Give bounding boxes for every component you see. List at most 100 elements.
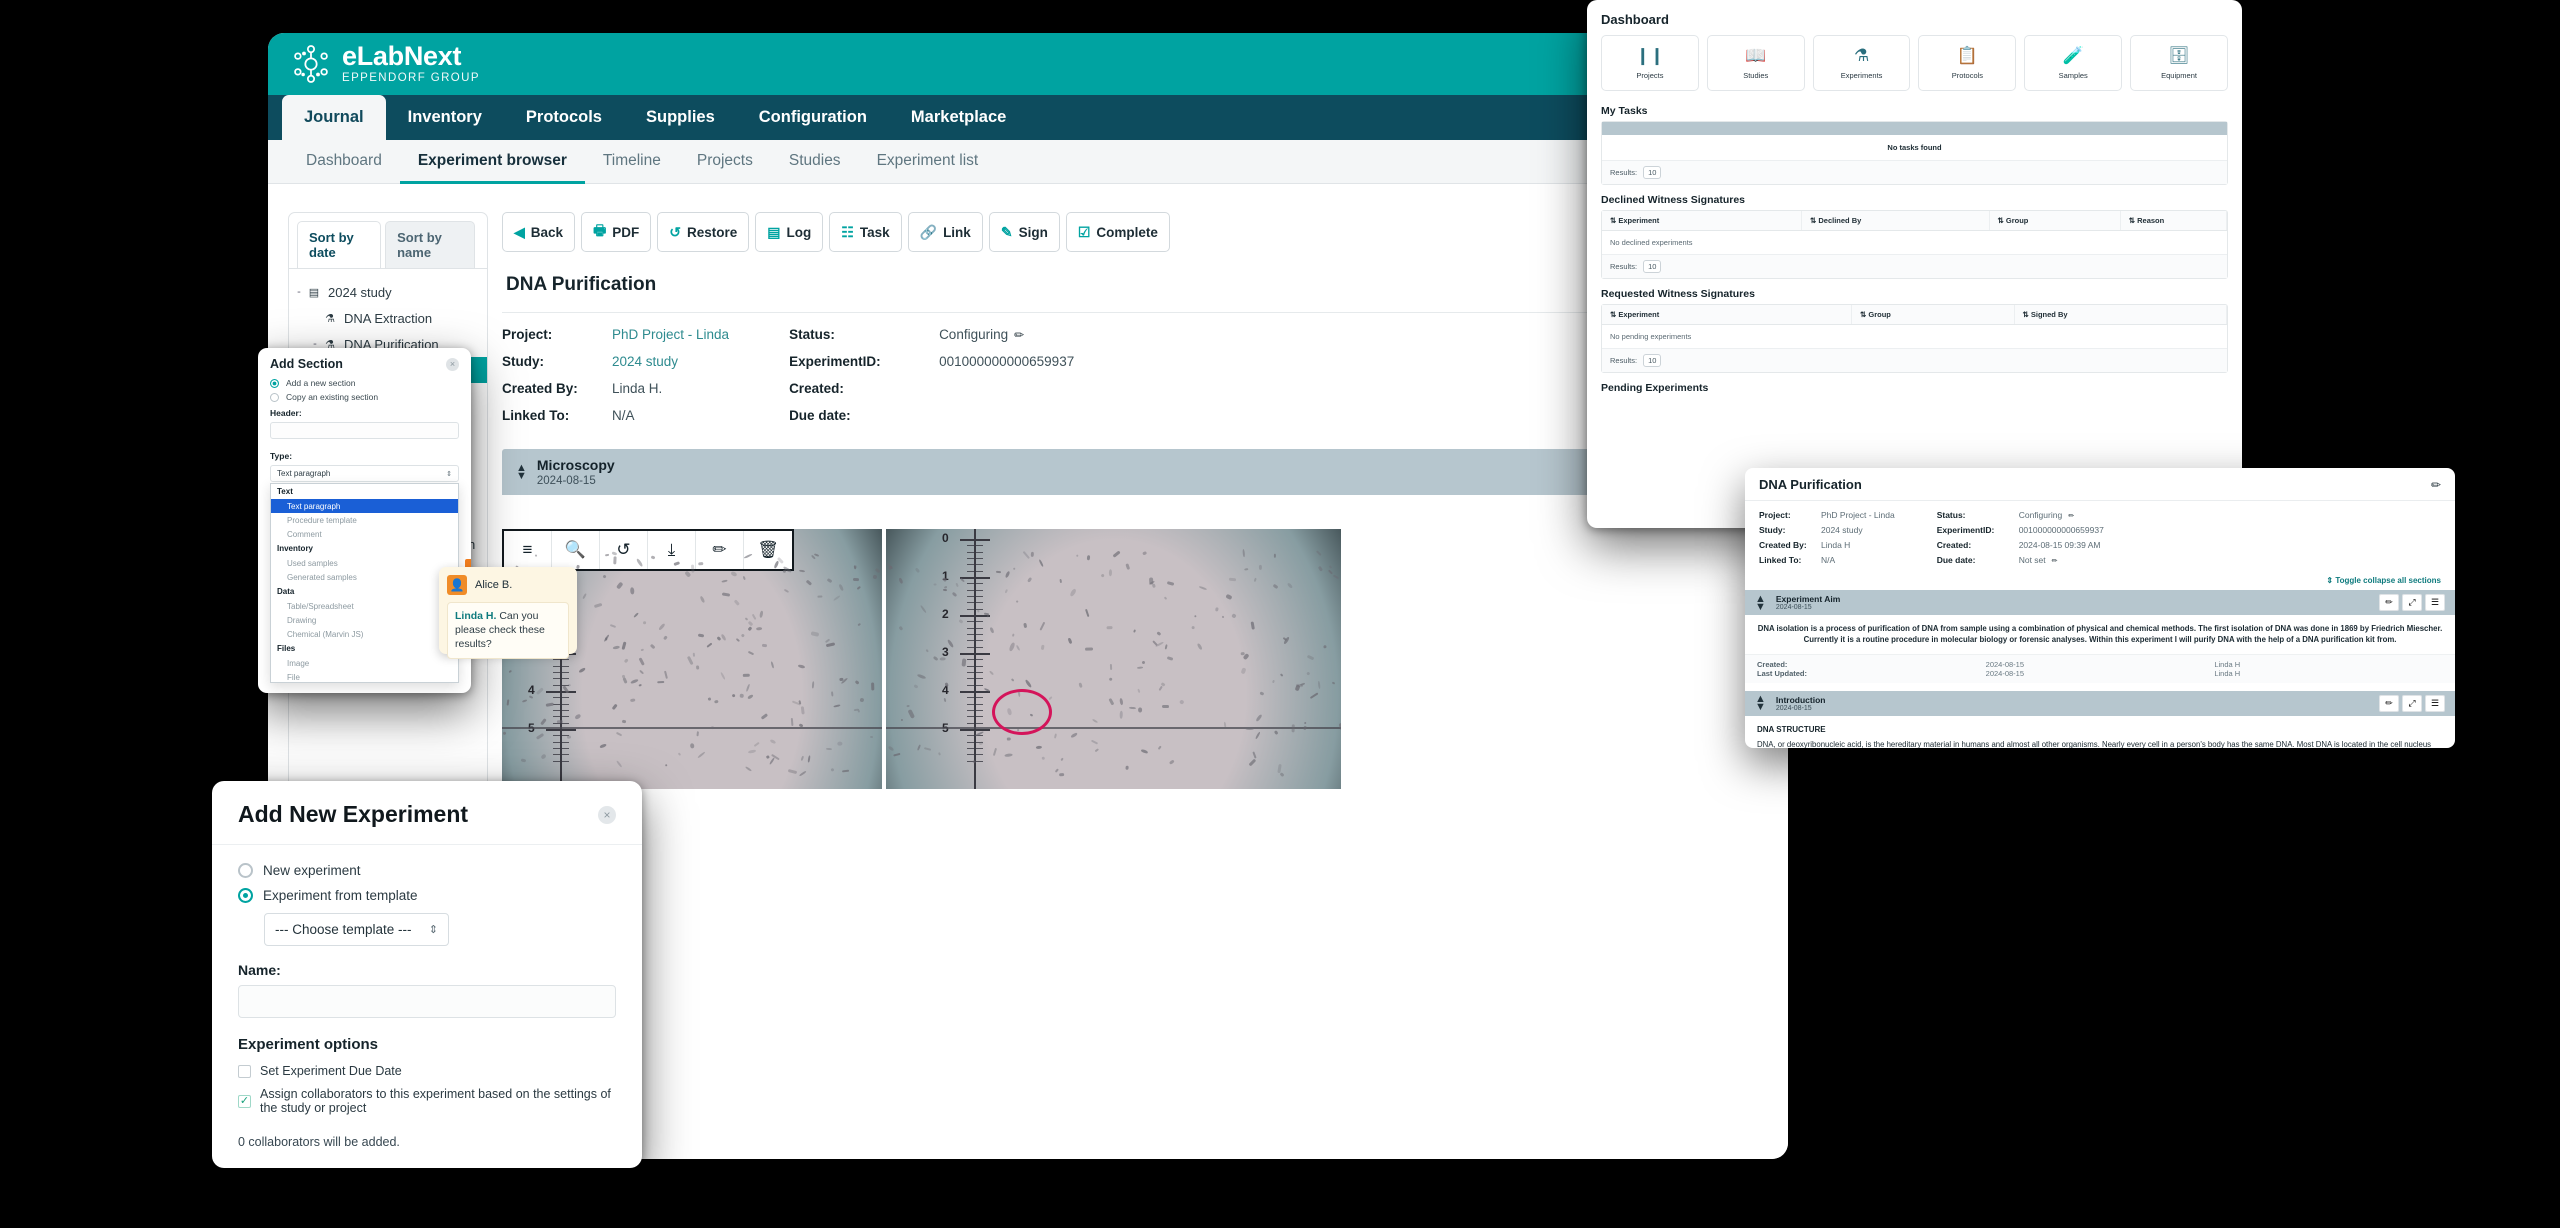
nav-tab-marketplace[interactable]: Marketplace	[889, 95, 1028, 140]
detail-section-header-intro: ▲▼ Introduction 2024-08-15 ✏ ⤢ ☰	[1745, 691, 2455, 716]
expand-icon[interactable]: ⤢	[2402, 695, 2422, 712]
dashboard-tile-protocols[interactable]: 📋Protocols	[1918, 35, 2016, 91]
dropdown-item-generated-samples[interactable]: Generated samples	[271, 570, 458, 584]
dashboard-tile-samples[interactable]: 🧪Samples	[2024, 35, 2122, 91]
toolbar-button-back[interactable]: ◀Back	[502, 212, 575, 252]
expand-icon[interactable]: ⤢	[2402, 594, 2422, 611]
detail-section-date: 2024-08-15	[1776, 705, 1826, 712]
toolbar-button-restore[interactable]: ↺Restore	[657, 212, 749, 252]
radio-add-new-section[interactable]: Add a new section	[270, 378, 459, 388]
microscope-particle	[731, 693, 735, 697]
pencil-icon[interactable]: ✏	[2431, 478, 2441, 492]
dropdown-item-used-samples[interactable]: Used samples	[271, 556, 458, 570]
dashboard-tile-studies[interactable]: 📖Studies	[1707, 35, 1805, 91]
column-header-experiment[interactable]: ⇅ Experiment	[1602, 211, 1802, 230]
collapse-arrows-icon[interactable]: ▲▼	[516, 464, 527, 480]
subnav-experiment-browser[interactable]: Experiment browser	[400, 140, 585, 184]
pencil-icon[interactable]: ✏	[2052, 558, 2058, 565]
checkbox-assign-collaborators[interactable]: ✓ Assign collaborators to this experimen…	[238, 1087, 616, 1115]
column-header-group[interactable]: ⇅ Group	[1990, 211, 2121, 230]
nav-tab-supplies[interactable]: Supplies	[624, 95, 737, 140]
toggle-collapse-all[interactable]: ⇕ Toggle collapse all sections	[1745, 573, 2455, 590]
dropdown-item-comment[interactable]: Comment	[271, 527, 458, 541]
radio-copy-existing-section[interactable]: Copy an existing section	[270, 392, 459, 402]
dropdown-item-image[interactable]: Image	[271, 656, 458, 670]
pencil-icon[interactable]: ✏	[2379, 594, 2399, 611]
nav-tab-protocols[interactable]: Protocols	[504, 95, 624, 140]
image-tool-trash[interactable]: 🗑	[744, 531, 792, 569]
checkbox-label: Set Experiment Due Date	[260, 1064, 402, 1078]
column-header-declined-by[interactable]: ⇅ Declined By	[1802, 211, 1990, 230]
toolbar-button-complete[interactable]: ☑Complete	[1066, 212, 1170, 252]
dropdown-item-procedure-template[interactable]: Procedure template	[271, 513, 458, 527]
column-header-reason[interactable]: ⇅ Reason	[2121, 211, 2227, 230]
results-select[interactable]: 10	[1643, 166, 1661, 179]
subnav-timeline[interactable]: Timeline	[585, 140, 679, 184]
type-dropdown[interactable]: TextText paragraphProcedure templateComm…	[270, 483, 459, 683]
subnav-experiment-list[interactable]: Experiment list	[859, 140, 997, 184]
pencil-icon[interactable]: ✏	[2379, 695, 2399, 712]
subnav-dashboard[interactable]: Dashboard	[288, 140, 400, 184]
tree-toggle-icon[interactable]: -	[293, 286, 305, 298]
header-input[interactable]	[270, 422, 459, 439]
column-header-signed-by[interactable]: ⇅ Signed By	[2015, 305, 2228, 324]
collapse-arrows-icon[interactable]: ▲▼	[1755, 695, 1766, 711]
type-select[interactable]: Text paragraph ⇕	[270, 465, 459, 482]
dashboard-tile-experiments[interactable]: ⚗Experiments	[1813, 35, 1911, 91]
tree-node-2024-study[interactable]: -▤2024 study	[289, 279, 487, 305]
menu-icon[interactable]: ☰	[2425, 695, 2445, 712]
dropdown-item-chemical-marvin-js[interactable]: Chemical (Marvin JS)	[271, 627, 458, 641]
brand-bar: eLabNext EPPENDORF GROUP	[268, 33, 1788, 95]
nav-tab-inventory[interactable]: Inventory	[386, 95, 504, 140]
pencil-icon[interactable]: ✏	[2068, 513, 2074, 520]
annotation-circle[interactable]	[992, 689, 1052, 735]
radio-indicator	[238, 863, 253, 878]
detail-meta-key: Created By:	[1759, 540, 1821, 550]
collapse-arrows-icon[interactable]: ▲▼	[1755, 595, 1766, 611]
experiment-meta-left: Project:PhD Project - LindaStudy:2024 st…	[502, 327, 729, 423]
ruler-minor-tick	[553, 710, 569, 711]
radio-new-experiment[interactable]: New experiment	[238, 863, 616, 878]
image-tool-download[interactable]: ⤓	[648, 531, 696, 569]
meta-key: Study:	[502, 354, 612, 369]
scale-ruler: 012345	[974, 529, 976, 789]
dropdown-item-file[interactable]: File	[271, 670, 458, 683]
image-tool-align[interactable]: ≡	[504, 531, 552, 569]
column-header-experiment[interactable]: ⇅ Experiment	[1602, 305, 1852, 324]
dropdown-group-text: Text	[271, 484, 458, 499]
close-icon[interactable]: ×	[446, 358, 459, 371]
tree-tab-sort-by-date[interactable]: Sort by date	[297, 221, 381, 268]
nav-tab-configuration[interactable]: Configuration	[737, 95, 889, 140]
radio-experiment-from-template[interactable]: Experiment from template	[238, 888, 616, 903]
tree-node-dna-extraction[interactable]: ⚗DNA Extraction	[289, 305, 487, 331]
results-select[interactable]: 10	[1643, 354, 1661, 367]
results-select[interactable]: 10	[1643, 260, 1661, 273]
toolbar-button-link[interactable]: 🔗Link	[908, 212, 983, 252]
subnav-studies[interactable]: Studies	[771, 140, 859, 184]
toolbar-button-task[interactable]: ☷Task	[829, 212, 901, 252]
nav-tab-journal[interactable]: Journal	[282, 95, 386, 140]
column-header-group[interactable]: ⇅ Group	[1852, 305, 2015, 324]
meta-key: Linked To:	[502, 408, 612, 423]
toolbar-button-log[interactable]: ▤Log	[755, 212, 823, 252]
dashboard-tile-projects[interactable]: ❙❙Projects	[1601, 35, 1699, 91]
subnav-projects[interactable]: Projects	[679, 140, 771, 184]
microscopy-image-right[interactable]: 012345	[886, 529, 1341, 789]
toolbar-button-pdf[interactable]: 🖶PDF	[581, 212, 651, 252]
menu-icon[interactable]: ☰	[2425, 594, 2445, 611]
image-tool-search[interactable]: 🔍	[552, 531, 600, 569]
template-select[interactable]: --- Choose template --- ⇕	[264, 913, 449, 946]
tree-tab-sort-by-name[interactable]: Sort by name	[385, 221, 475, 268]
ruler-minor-tick	[967, 583, 983, 584]
pencil-icon[interactable]: ✏	[1014, 328, 1024, 342]
type-select-value: Text paragraph	[277, 469, 330, 478]
name-input[interactable]	[238, 985, 616, 1018]
dropdown-item-table-spreadsheet[interactable]: Table/Spreadsheet	[271, 599, 458, 613]
toolbar-button-sign[interactable]: ✎Sign	[989, 212, 1060, 252]
close-icon[interactable]: ×	[598, 806, 616, 824]
dropdown-item-text-paragraph[interactable]: Text paragraph	[271, 499, 458, 513]
checkbox-set-due-date[interactable]: Set Experiment Due Date	[238, 1064, 616, 1078]
dropdown-item-drawing[interactable]: Drawing	[271, 613, 458, 627]
microscope-particle	[521, 758, 527, 762]
dashboard-tile-equipment[interactable]: 🗄Equipment	[2130, 35, 2228, 91]
